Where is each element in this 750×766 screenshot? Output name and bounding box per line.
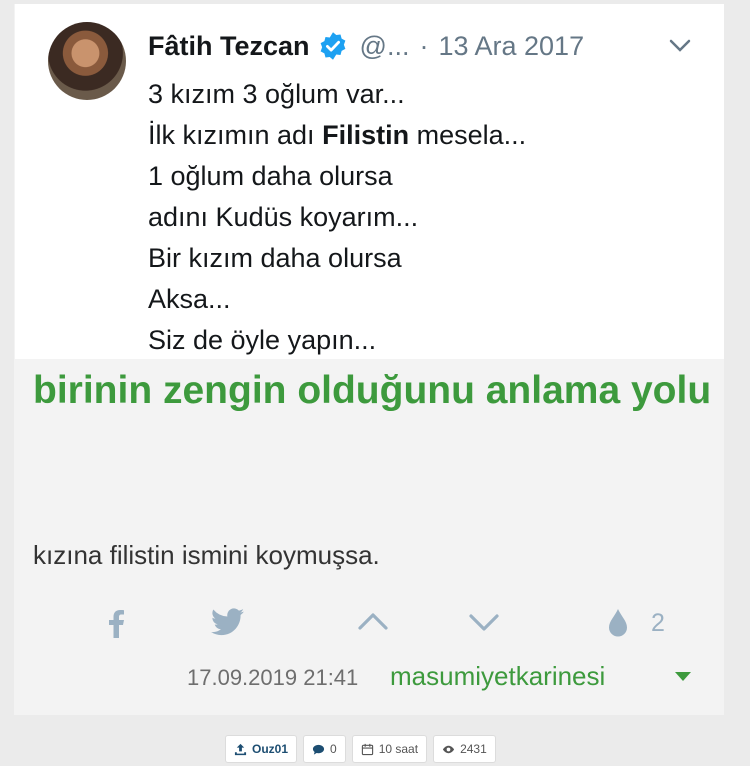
tweet-separator: · (419, 30, 429, 61)
tweet-bold-word: Filistin (322, 120, 410, 150)
tweet-body: 3 kızım 3 oğlum var... İlk kızımın adı F… (148, 74, 526, 361)
tweet-header: Fâtih Tezcan @... · 13 Ara 2017 (148, 26, 584, 66)
tweet-line: Bir kızım daha olursa (148, 243, 402, 273)
comments-count: 0 (330, 742, 337, 756)
uploader-badge[interactable]: Ouz01 (225, 735, 298, 763)
avatar (48, 22, 126, 100)
time-ago: 10 saat (378, 742, 419, 756)
tweet-line: İlk kızımın adı Filistin mesela... (148, 120, 527, 150)
tweet-line: Aksa... (148, 284, 231, 314)
comment-icon (312, 744, 325, 755)
tweet-handle: @... (359, 30, 410, 61)
views-badge: 2431 (433, 735, 496, 763)
caret-down-icon[interactable] (675, 672, 691, 681)
drop-icon[interactable] (607, 608, 629, 638)
time-badge: 10 saat (351, 735, 428, 763)
chevron-down-icon (669, 39, 691, 52)
verified-icon (320, 32, 345, 60)
tweet-screenshot: Fâtih Tezcan @... · 13 Ara 2017 3 kızım … (15, 4, 724, 359)
upload-icon (234, 743, 247, 755)
tweet-date: 13 Ara 2017 (438, 30, 585, 61)
eye-icon (443, 745, 455, 753)
tweet-author-name: Fâtih Tezcan (148, 30, 310, 61)
comments-badge[interactable]: 0 (303, 735, 346, 763)
entry-text: kızına filistin ismini koymuşsa. (33, 540, 380, 570)
tweet-line: 1 oğlum daha olursa (148, 161, 393, 191)
meta-bar: Ouz01 0 10 saat 2431 (225, 735, 496, 763)
favorite-count: 2 (651, 609, 665, 637)
calendar-icon (361, 743, 373, 755)
tweet-line: adını Kudüs koyarım... (148, 202, 419, 232)
facebook-icon[interactable] (106, 608, 126, 638)
views-count: 2431 (460, 742, 487, 756)
upvote-icon[interactable] (357, 610, 389, 632)
topic-title[interactable]: birinin zengin olduğunu anlama yolu (33, 355, 713, 427)
uploader-name: Ouz01 (252, 742, 289, 756)
entry-date[interactable]: 17.09.2019 21:41 (187, 665, 358, 691)
tweet-line: 3 kızım 3 oğlum var... (148, 79, 405, 109)
twitter-icon[interactable] (211, 608, 244, 636)
downvote-icon[interactable] (468, 612, 500, 634)
author-link[interactable]: masumiyetkarinesi (390, 661, 605, 692)
